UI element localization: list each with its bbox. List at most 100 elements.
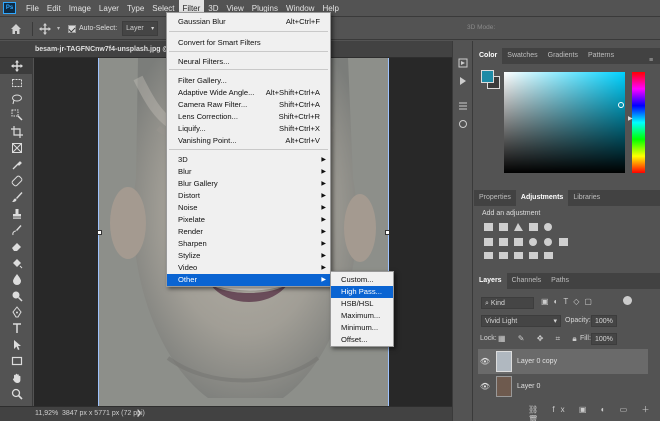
- document-tab[interactable]: besam-jr-TAGFNCnw7f4-unsplash.jpg @: [35, 43, 169, 57]
- other-submenu-item-hsb-hsl[interactable]: HSB/HSL: [331, 298, 393, 310]
- layer-name[interactable]: Layer 0 copy: [517, 358, 557, 365]
- move-tool-icon[interactable]: [39, 22, 57, 35]
- layer-row-layer-0[interactable]: 👁︎ Layer 0: [478, 374, 648, 399]
- transform-handle-right[interactable]: [385, 230, 389, 235]
- tab-color[interactable]: Color: [474, 48, 503, 64]
- filter-menu-item-render[interactable]: Render ▶: [167, 226, 330, 238]
- gradient-tool-icon[interactable]: [0, 255, 33, 271]
- filter-menu-item-distort[interactable]: Distort ▶: [167, 190, 330, 202]
- blur-tool-icon[interactable]: [0, 271, 33, 287]
- filter-menu-item-vanishing-point[interactable]: Vanishing Point... Alt+Ctrl+V: [167, 135, 330, 147]
- menu-image[interactable]: Image: [65, 0, 95, 17]
- submenu-arrow-icon: ▶: [321, 169, 326, 175]
- status-expand-icon[interactable]: ❯: [136, 409, 142, 417]
- transform-handle-left[interactable]: [98, 230, 102, 235]
- history-icon[interactable]: [458, 58, 468, 70]
- panel-menu-icon[interactable]: ≡: [649, 57, 653, 64]
- eraser-tool-icon[interactable]: [0, 238, 33, 254]
- other-submenu-item-offset[interactable]: Offset...: [331, 334, 393, 346]
- rectangle-tool-icon[interactable]: [0, 353, 33, 369]
- filter-menu-item-stylize[interactable]: Stylize ▶: [167, 250, 330, 262]
- menu-item-shortcut: Shift+Ctrl+X: [279, 124, 320, 133]
- color-field[interactable]: [504, 72, 625, 173]
- crop-tool-icon[interactable]: [0, 124, 33, 140]
- hand-tool-icon[interactable]: [0, 369, 33, 385]
- tab-patterns[interactable]: Patterns: [583, 48, 619, 64]
- auto-select-checkbox[interactable]: [68, 24, 77, 33]
- visibility-eye-icon[interactable]: 👁︎: [478, 382, 492, 391]
- filter-menu-item-sharpen[interactable]: Sharpen ▶: [167, 238, 330, 250]
- visibility-eye-icon[interactable]: 👁︎: [478, 357, 492, 366]
- filter-menu-item-gaussian-blur[interactable]: Gaussian Blur Alt+Ctrl+F: [167, 16, 330, 28]
- opacity-field[interactable]: 100%: [591, 315, 617, 327]
- layer-kind-value: Kind: [490, 300, 505, 307]
- history-brush-tool-icon[interactable]: [0, 222, 33, 238]
- layers-footer-icons[interactable]: ⛓ fx ▣ ◐ ▭ ＋ 🗑︎: [528, 404, 660, 421]
- tab-swatches[interactable]: Swatches: [502, 48, 542, 64]
- properties-icon[interactable]: [458, 101, 468, 113]
- filter-menu-item-blur[interactable]: Blur ▶: [167, 166, 330, 178]
- other-submenu-item-minimum[interactable]: Minimum...: [331, 322, 393, 334]
- filter-menu-item-camera-raw-filter[interactable]: Camera Raw Filter... Shift+Ctrl+A: [167, 99, 330, 111]
- menu-edit[interactable]: Edit: [43, 0, 65, 17]
- tab-adjustments[interactable]: Adjustments: [515, 190, 569, 206]
- clone-stamp-tool-icon[interactable]: [0, 206, 33, 222]
- filter-menu-item-pixelate[interactable]: Pixelate ▶: [167, 214, 330, 226]
- path-selection-tool-icon[interactable]: [0, 337, 33, 353]
- lock-icons[interactable]: ▦ ✎ ✥ ⌗ 🔒︎: [498, 334, 582, 344]
- home-icon[interactable]: [6, 19, 26, 39]
- lasso-tool-icon[interactable]: [0, 91, 33, 107]
- zoom-level[interactable]: 11,92%: [35, 410, 58, 417]
- pen-tool-icon[interactable]: [0, 304, 33, 320]
- hue-slider-pointer-icon[interactable]: ▶: [628, 115, 633, 122]
- filter-menu-item-convert-for-smart-filters[interactable]: Convert for Smart Filters: [167, 37, 330, 49]
- tab-paths[interactable]: Paths: [546, 273, 574, 289]
- filter-menu-item-lens-correction[interactable]: Lens Correction... Shift+Ctrl+R: [167, 111, 330, 123]
- fill-field[interactable]: 100%: [591, 333, 617, 345]
- menu-file[interactable]: File: [22, 0, 43, 17]
- glyphs-icon[interactable]: [458, 119, 468, 131]
- filter-menu-item-filter-gallery[interactable]: Filter Gallery...: [167, 75, 330, 87]
- filter-menu-item-other[interactable]: Other ▶: [167, 274, 330, 287]
- other-submenu-item-high-pass[interactable]: High Pass...: [331, 286, 393, 298]
- move-options-chevron-icon[interactable]: ▾: [57, 25, 60, 32]
- actions-icon[interactable]: [458, 76, 468, 88]
- tab-libraries[interactable]: Libraries: [568, 190, 605, 206]
- tab-layers[interactable]: Layers: [474, 273, 507, 289]
- hue-slider[interactable]: [632, 72, 645, 173]
- brush-tool-icon[interactable]: [0, 189, 33, 205]
- filter-menu-item-neural-filters[interactable]: Neural Filters...: [167, 56, 330, 68]
- layer-row-layer-0-copy[interactable]: 👁︎ Layer 0 copy: [478, 349, 648, 374]
- layer-filter-icons[interactable]: ▣◐T◇▢: [541, 297, 621, 309]
- marquee-tool-icon[interactable]: [0, 74, 33, 90]
- other-submenu-item-maximum[interactable]: Maximum...: [331, 310, 393, 322]
- opacity-label: Opacity:: [565, 317, 591, 324]
- blend-mode-dropdown[interactable]: Vivid Light ▾: [481, 315, 561, 327]
- layer-kind-filter[interactable]: ⌕ Kind: [481, 297, 534, 309]
- fill-label: Fill:: [580, 335, 591, 342]
- move-tool-icon[interactable]: [0, 58, 33, 75]
- type-tool-icon[interactable]: [0, 320, 33, 336]
- tab-properties[interactable]: Properties: [474, 190, 516, 206]
- filter-menu-item-liquify[interactable]: Liquify... Shift+Ctrl+X: [167, 123, 330, 135]
- filter-menu-item-noise[interactable]: Noise ▶: [167, 202, 330, 214]
- tab-gradients[interactable]: Gradients: [543, 48, 583, 64]
- tab-channels[interactable]: Channels: [507, 273, 547, 289]
- filter-menu-item-video[interactable]: Video ▶: [167, 262, 330, 274]
- object-selection-tool-icon[interactable]: [0, 107, 33, 123]
- filter-menu-item-3d[interactable]: 3D ▶: [167, 154, 330, 166]
- zoom-tool-icon[interactable]: [0, 386, 33, 402]
- frame-tool-icon[interactable]: [0, 140, 33, 156]
- dodge-tool-icon[interactable]: [0, 287, 33, 303]
- eyedropper-tool-icon[interactable]: [0, 156, 33, 172]
- menu-layer[interactable]: Layer: [95, 0, 123, 17]
- foreground-color-swatch-front[interactable]: [481, 70, 494, 83]
- filter-menu-item-adaptive-wide-angle[interactable]: Adaptive Wide Angle... Alt+Shift+Ctrl+A: [167, 87, 330, 99]
- other-submenu-item-custom[interactable]: Custom...: [331, 274, 393, 286]
- layer-name[interactable]: Layer 0: [517, 383, 540, 390]
- healing-brush-tool-icon[interactable]: [0, 173, 33, 189]
- layer-filter-toggle[interactable]: [623, 296, 632, 305]
- auto-select-target-dropdown[interactable]: Layer ▾: [122, 21, 159, 36]
- filter-menu-item-blur-gallery[interactable]: Blur Gallery ▶: [167, 178, 330, 190]
- menu-type[interactable]: Type: [123, 0, 148, 17]
